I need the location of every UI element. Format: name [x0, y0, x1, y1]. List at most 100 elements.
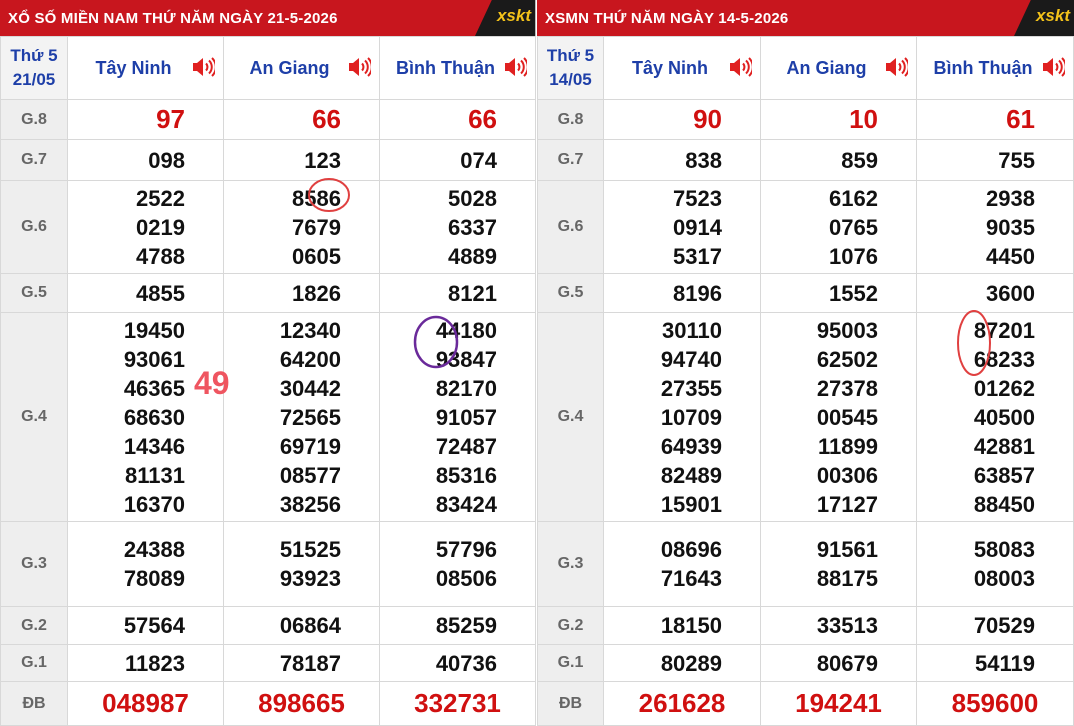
prize-row-g8: G.8 90 10 61 — [537, 99, 1074, 140]
prize-number: 332731 — [414, 688, 501, 718]
prize-cell: 1826 — [223, 273, 380, 313]
province-header[interactable]: An Giang — [760, 36, 917, 100]
province-name[interactable]: An Giang — [250, 58, 330, 78]
prize-number: 17127 — [816, 491, 878, 517]
prize-cell: 859 — [760, 139, 917, 181]
prize-number: 15901 — [660, 491, 722, 517]
prize-number: 69719 — [279, 433, 341, 459]
speaker-icon[interactable] — [503, 55, 527, 79]
speaker-icon[interactable] — [884, 55, 908, 79]
prize-number: 4855 — [136, 280, 185, 306]
prize-number: 58083 — [973, 537, 1035, 562]
prize-number: 01262 — [973, 375, 1035, 401]
prize-number: 7679 — [292, 214, 341, 240]
prize-row-g6: G.6 7523 0914 5317 6162 0765 1076 2938 9035 4450 — [537, 180, 1074, 274]
province-header[interactable]: Tây Ninh — [603, 36, 761, 100]
prize-label: G.7 — [537, 139, 604, 181]
prize-number: 11823 — [125, 650, 185, 676]
prize-number: 14346 — [123, 433, 185, 459]
prize-cell: 06864 — [223, 606, 380, 645]
prize-cell: 8121 — [379, 273, 536, 313]
prize-number: 0914 — [673, 214, 722, 240]
prize-number: 5028 — [448, 185, 497, 211]
prize-number: 64200 — [279, 346, 341, 372]
prize-number: 30110 — [662, 317, 722, 343]
prize-cell: 66 — [379, 99, 536, 140]
prize-cell: 44180 93847 82170 91057 72487 85316 83424 — [379, 312, 536, 522]
prize-label: G.6 — [0, 180, 68, 274]
prize-cell: 11823 — [67, 644, 224, 682]
province-name[interactable]: Bình Thuận — [934, 58, 1033, 78]
prize-cell: 57564 — [67, 606, 224, 645]
prize-label: G.8 — [0, 99, 68, 140]
prize-label: G.4 — [537, 312, 604, 522]
prize-row-g4: G.4 19450 93061 46365 68630 14346 81131 16370 12… — [0, 312, 536, 522]
prize-row-g5: G.5 8196 1552 3600 — [537, 273, 1074, 313]
prize-number: 1826 — [292, 280, 341, 306]
province-header[interactable]: Bình Thuận — [916, 36, 1074, 100]
prize-number: 68630 — [123, 404, 185, 430]
province-name[interactable]: Tây Ninh — [632, 58, 708, 78]
prize-number: 8196 — [673, 280, 722, 306]
prize-cell: 91561 88175 — [760, 521, 917, 607]
prize-row-g1: G.1 80289 80679 54119 — [537, 644, 1074, 682]
prize-cell: 10 — [760, 99, 917, 140]
prize-number: 46365 — [123, 375, 185, 401]
speaker-icon[interactable] — [728, 55, 752, 79]
province-name[interactable]: Bình Thuận — [396, 58, 495, 78]
province-name[interactable]: Tây Ninh — [95, 58, 171, 78]
prize-number: 63857 — [973, 462, 1035, 488]
prize-number: 755 — [998, 147, 1035, 173]
speaker-icon[interactable] — [191, 55, 215, 79]
prize-number: 27355 — [660, 375, 722, 401]
results-table: Thứ 5 14/05 Tây Ninh An Giang Bình Thuận G.8 9… — [537, 36, 1074, 726]
province-header[interactable]: Bình Thuận — [379, 36, 536, 100]
prize-cell: 61 — [916, 99, 1074, 140]
prize-row-g7: G.7 838 859 755 — [537, 139, 1074, 181]
header-bar: XỔ SỐ MIỀN NAM THỨ NĂM NGÀY 21-5-2026 xsk… — [0, 0, 535, 36]
province-name[interactable]: An Giang — [787, 58, 867, 78]
prize-number: 90 — [693, 104, 722, 134]
prize-number: 88450 — [973, 491, 1035, 517]
prize-number: 54119 — [975, 650, 1035, 676]
prize-number: 16370 — [123, 491, 185, 517]
prize-cell: 12340 64200 30442 72565 69719 08577 38256 — [223, 312, 380, 522]
prize-cell: 2522 0219 4788 — [67, 180, 224, 274]
prize-cell: 8196 — [603, 273, 761, 313]
prize-number: 08506 — [435, 566, 497, 591]
prize-number: 10 — [849, 104, 878, 134]
prize-number: 10709 — [660, 404, 722, 430]
prize-number: 27378 — [816, 375, 878, 401]
prize-label: G.8 — [537, 99, 604, 140]
prize-number: 9035 — [986, 214, 1035, 240]
speaker-icon[interactable] — [347, 55, 371, 79]
prize-label: G.3 — [537, 521, 604, 607]
prize-cell: 40736 — [379, 644, 536, 682]
prize-cell: 08696 71643 — [603, 521, 761, 607]
province-header[interactable]: Tây Ninh — [67, 36, 224, 100]
prize-number: 97 — [156, 104, 185, 134]
xskt-logo[interactable]: xskt — [1014, 0, 1074, 36]
prize-cell: 123 — [223, 139, 380, 181]
speaker-icon[interactable] — [1041, 55, 1065, 79]
prize-cell: 859600 — [916, 681, 1074, 726]
prize-cell: 194241 — [760, 681, 917, 726]
prize-number: 7523 — [673, 185, 722, 211]
province-header[interactable]: An Giang — [223, 36, 380, 100]
logo-text: xskt — [496, 6, 531, 25]
xskt-logo[interactable]: xskt — [475, 0, 535, 36]
prize-number: 85316 — [435, 462, 497, 488]
prize-number: 00545 — [816, 404, 878, 430]
prize-number: 62502 — [816, 346, 878, 372]
prize-number: 5317 — [673, 243, 722, 269]
prize-number: 72565 — [279, 404, 341, 430]
prize-cell: 074 — [379, 139, 536, 181]
prize-cell: 18150 — [603, 606, 761, 645]
prize-number: 8121 — [448, 280, 497, 306]
prize-number: 30442 — [279, 375, 341, 401]
prize-number: 194241 — [795, 688, 882, 718]
prize-row-db: ĐB 048987 898665 332731 — [0, 681, 536, 726]
prize-cell: 2938 9035 4450 — [916, 180, 1074, 274]
prize-number: 93847 — [435, 346, 497, 372]
prize-number: 2522 — [136, 185, 185, 211]
